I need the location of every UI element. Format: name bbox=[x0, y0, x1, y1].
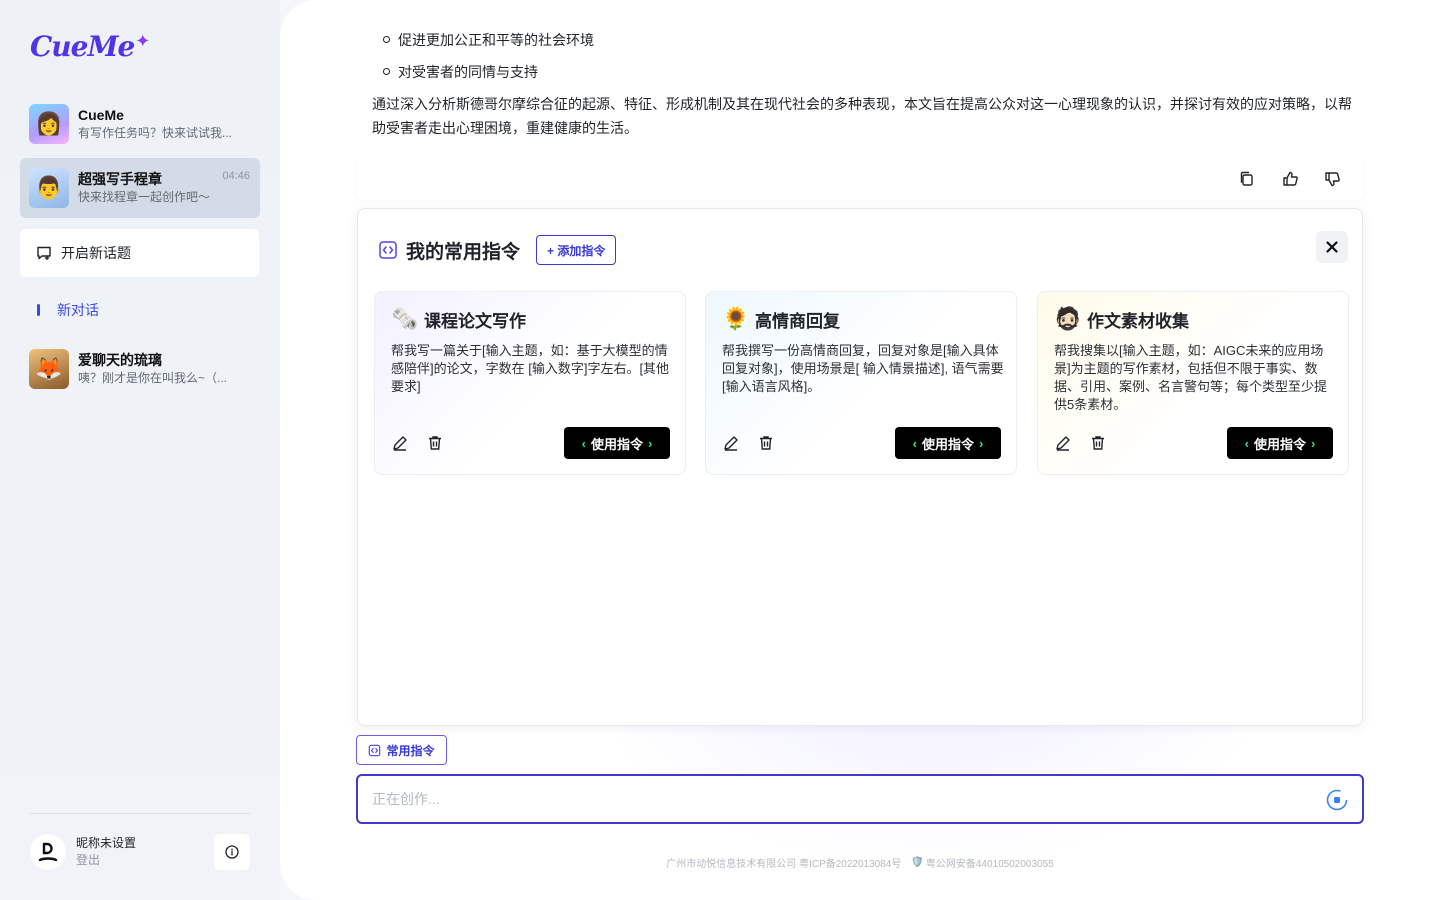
bearded-man-icon: 🧔🏻 bbox=[1054, 306, 1082, 331]
chevron-right-icon: › bbox=[648, 435, 653, 451]
chevron-right-icon: › bbox=[979, 435, 984, 451]
edit-icon[interactable] bbox=[1054, 434, 1072, 452]
info-button[interactable] bbox=[214, 834, 250, 870]
command-title: 高情商回复 bbox=[755, 311, 840, 331]
command-description: 帮我撰写一份高情商回复，回复对象是[输入具体回复对象]，使用场景是[ 输入情景描… bbox=[722, 343, 1004, 394]
command-description: 帮我写一篇关于[输入主题，如：基于大模型的情感陪伴]的论文，字数在 [输入数字]… bbox=[391, 343, 670, 394]
police-record[interactable]: 粤公网安备44010502003055 bbox=[926, 855, 1054, 870]
sunflower-icon: 🌻 bbox=[722, 306, 750, 331]
conversation-time: 04:46 bbox=[222, 170, 250, 182]
new-topic-button[interactable]: 开启新话题 bbox=[20, 229, 259, 277]
message-paragraph: 通过深入分析斯德哥尔摩综合征的起源、特征、形成机制及其在现代社会的多种表现，本文… bbox=[372, 96, 1352, 136]
chat-main: 促进更加公正和平等的社会环境 对受害者的同情与支持 通过深入分析斯德哥尔摩综合征… bbox=[280, 0, 1440, 900]
conversation-item-chengzhang[interactable]: 👨 超强写手程章 快来找程章一起创作吧～ 04:46 bbox=[20, 158, 260, 218]
site-footer: 广州市动悦信息技术有限公司 粤ICP备2022013084号 🛡️ 粤公网安备4… bbox=[280, 855, 1440, 870]
conversation-preview: 有写作任务吗？快来试试我... bbox=[78, 126, 233, 140]
icp-record[interactable]: 广州市动悦信息技术有限公司 粤ICP备2022013084号 bbox=[666, 855, 901, 870]
active-indicator bbox=[37, 304, 40, 316]
use-command-button[interactable]: ‹ 使用指令 › bbox=[1227, 427, 1333, 459]
list-item: 对受害者的同情与支持 bbox=[383, 62, 1364, 94]
close-panel-button[interactable] bbox=[1316, 231, 1348, 263]
command-card-material-collect[interactable]: 🧔🏻 作文素材收集 帮我搜集以[输入主题，如：AIGC未来的应用场景]为主题的写… bbox=[1037, 291, 1349, 475]
use-command-button[interactable]: ‹ 使用指令 › bbox=[564, 427, 670, 459]
nav-new-conversation[interactable]: 新对话 bbox=[37, 300, 99, 320]
delete-icon[interactable] bbox=[426, 434, 444, 452]
sparkle-icon: ✦ bbox=[135, 30, 151, 51]
chevron-right-icon: › bbox=[1311, 435, 1316, 451]
command-description: 帮我搜集以[输入主题，如：AIGC未来的应用场景]为主题的写作素材，包括但不限于… bbox=[1054, 343, 1328, 412]
logout-link[interactable]: 登出 bbox=[76, 852, 136, 869]
close-icon bbox=[1326, 241, 1338, 253]
conversation-item-cueme[interactable]: 👩 CueMe 有写作任务吗？快来试试我... bbox=[20, 94, 260, 154]
common-commands-chip[interactable]: 常用指令 bbox=[356, 735, 447, 765]
conversation-preview: 快来找程章一起创作吧～ bbox=[78, 190, 211, 204]
cueme-logo[interactable]: CueMe ✦ bbox=[30, 28, 150, 64]
edit-icon[interactable] bbox=[722, 434, 740, 452]
new-chat-icon bbox=[37, 246, 51, 261]
conversation-item-liuli[interactable]: 🦊 爱聊天的琉璃 咦？刚才是你在叫我么~（... bbox=[20, 339, 260, 399]
divider bbox=[30, 813, 250, 814]
copy-icon[interactable] bbox=[1238, 170, 1256, 188]
newspaper-icon: 🗞️ bbox=[391, 306, 419, 331]
delete-icon[interactable] bbox=[1089, 434, 1107, 452]
command-title: 作文素材收集 bbox=[1087, 311, 1189, 331]
user-avatar[interactable] bbox=[30, 834, 66, 870]
user-nickname: 昵称未设置 bbox=[76, 836, 137, 850]
common-commands-panel: 我的常用指令 + 添加指令 🗞️ 课程论文写作 帮我写一篇关于[输入主题，如：基… bbox=[357, 208, 1363, 726]
conversation-name: 爱聊天的琉璃 bbox=[78, 352, 162, 368]
stop-generating-icon[interactable] bbox=[1326, 789, 1348, 811]
chat-input-box[interactable] bbox=[356, 774, 1364, 824]
sidebar: CueMe ✦ 👩 CueMe 有写作任务吗？快来试试我... 👨 超强写手程章… bbox=[0, 0, 280, 900]
assistant-message: 促进更加公正和平等的社会环境 对受害者的同情与支持 通过深入分析斯德哥尔摩综合征… bbox=[356, 30, 1364, 156]
chevron-left-icon: ‹ bbox=[912, 435, 917, 451]
command-card-course-paper[interactable]: 🗞️ 课程论文写作 帮我写一篇关于[输入主题，如：基于大模型的情感陪伴]的论文，… bbox=[374, 291, 686, 475]
avatar: 👩 bbox=[29, 104, 69, 144]
conversation-preview: 咦？刚才是你在叫我么~（... bbox=[78, 371, 228, 385]
command-title: 课程论文写作 bbox=[424, 311, 526, 331]
info-icon bbox=[225, 845, 239, 859]
add-command-button[interactable]: + 添加指令 bbox=[536, 235, 617, 265]
command-icon bbox=[379, 241, 397, 259]
panel-title: 我的常用指令 bbox=[406, 241, 521, 263]
thumbs-up-icon[interactable] bbox=[1281, 170, 1299, 188]
command-icon bbox=[369, 744, 381, 756]
edit-icon[interactable] bbox=[391, 434, 409, 452]
chat-input[interactable] bbox=[372, 788, 1312, 810]
avatar: 🦊 bbox=[29, 349, 69, 389]
thumbs-down-icon[interactable] bbox=[1323, 170, 1341, 188]
message-bullet-list: 促进更加公正和平等的社会环境 对受害者的同情与支持 bbox=[356, 30, 1364, 94]
delete-icon[interactable] bbox=[757, 434, 775, 452]
command-card-eq-reply[interactable]: 🌻 高情商回复 帮我撰写一份高情商回复，回复对象是[输入具体回复对象]，使用场景… bbox=[705, 291, 1017, 475]
message-actions bbox=[356, 158, 1364, 200]
chevron-left-icon: ‹ bbox=[1244, 435, 1249, 451]
user-logo-icon bbox=[38, 842, 58, 862]
police-badge-icon: 🛡️ bbox=[911, 856, 924, 868]
use-command-button[interactable]: ‹ 使用指令 › bbox=[895, 427, 1001, 459]
avatar: 👨 bbox=[29, 168, 69, 208]
list-item: 促进更加公正和平等的社会环境 bbox=[383, 30, 1364, 62]
conversation-name: CueMe bbox=[78, 107, 124, 123]
chevron-left-icon: ‹ bbox=[581, 435, 586, 451]
